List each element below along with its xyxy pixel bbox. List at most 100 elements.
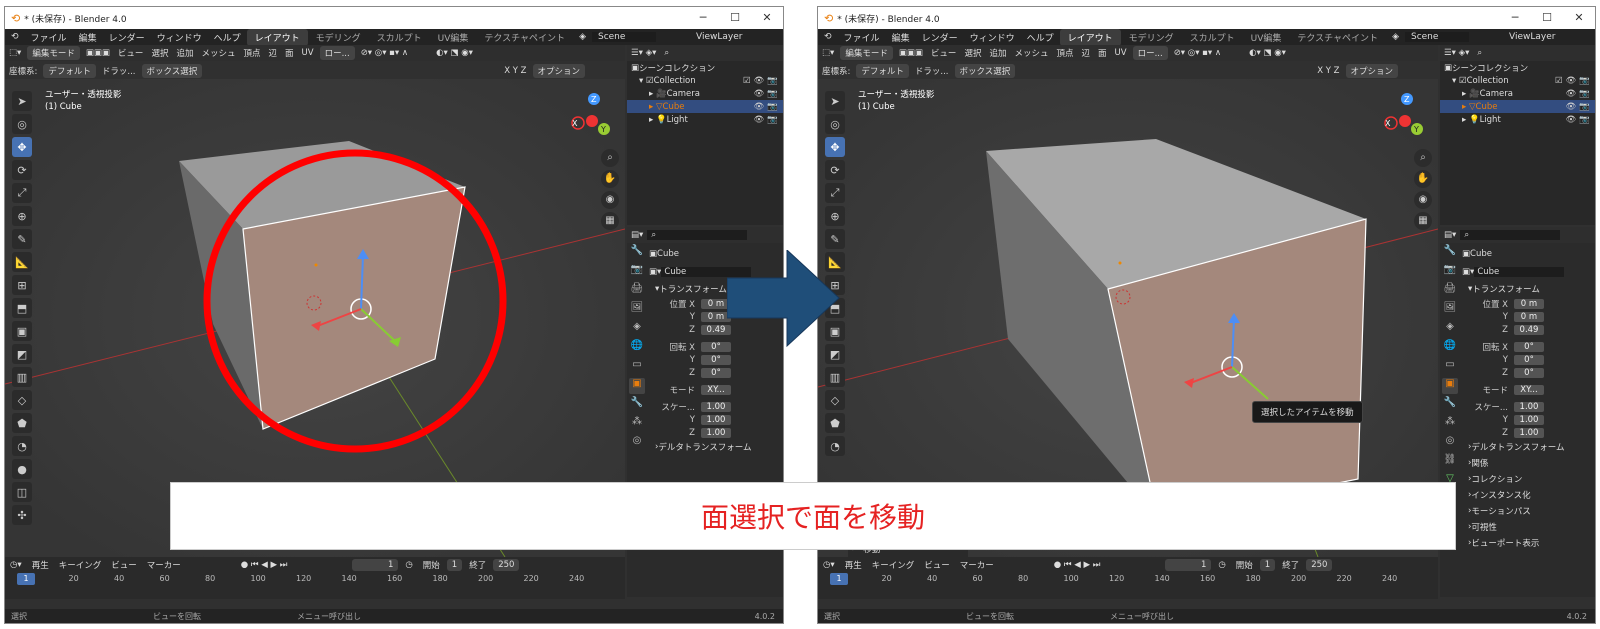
editor-type-icon[interactable]: ⬚▾ — [818, 48, 838, 58]
pan-hand-icon[interactable]: ✋ — [1414, 170, 1432, 188]
start-frame-field[interactable]: 1 — [446, 559, 463, 571]
view-layer-selector[interactable]: ViewLayer — [1503, 32, 1561, 42]
properties-search-input[interactable]: ⌕ — [647, 230, 748, 240]
constraints-tab-icon[interactable]: ⛓ — [1442, 454, 1458, 470]
rotate-tool-icon[interactable]: ⟳ — [12, 160, 32, 180]
select-mode-buttons[interactable]: ▣▣▣ — [895, 48, 927, 58]
options-menu[interactable]: オプション — [532, 64, 586, 78]
outliner-type-icon[interactable]: ☰▾ ◈▾ — [627, 48, 660, 58]
transform-tool-icon[interactable]: ⊕ — [12, 206, 32, 226]
menu-select[interactable]: 選択 — [960, 47, 985, 59]
scene-tab-icon[interactable]: ◈ — [629, 321, 645, 337]
maximize-button[interactable]: ☐ — [1531, 7, 1563, 29]
rotate-tool-icon[interactable]: ⟳ — [825, 160, 845, 180]
end-frame-field[interactable]: 250 — [1306, 559, 1333, 571]
scale-y-field[interactable]: 1.00 — [701, 414, 731, 425]
collection-row[interactable]: ▾ ☑ Collection ☑👁📷 — [1440, 74, 1595, 87]
scene-selector[interactable]: Scene — [591, 32, 656, 42]
menu-window[interactable]: ウィンドウ — [151, 31, 208, 44]
smooth-tool-icon[interactable]: ● — [12, 459, 32, 479]
tab-uv-editing[interactable]: UV編集 — [1243, 29, 1290, 46]
properties-type-icon[interactable]: ▤▾ — [627, 230, 647, 240]
expand-icon[interactable]: ▾ ☑ — [1452, 76, 1467, 86]
location-z-field[interactable]: 0.49 — [1514, 324, 1544, 335]
zoom-icon[interactable]: ⌕ — [1414, 149, 1432, 167]
tab-layout[interactable]: レイアウト — [246, 28, 308, 46]
keying-menu[interactable]: キーイング — [867, 559, 920, 571]
object-tab-icon[interactable]: ▣ — [629, 378, 645, 394]
menu-window[interactable]: ウィンドウ — [964, 31, 1021, 44]
tab-sculpt[interactable]: スカルプト — [369, 29, 430, 46]
output-tab-icon[interactable]: 🖨 — [629, 283, 645, 299]
relations-header[interactable]: › 関係 — [1462, 455, 1595, 471]
timeline-type-icon[interactable]: ◷▾ — [5, 560, 27, 570]
move-tool-icon[interactable]: ✥ — [825, 137, 845, 157]
scale-x-field[interactable]: 1.00 — [1514, 401, 1544, 412]
menu-edit[interactable]: 編集 — [886, 31, 916, 44]
start-frame-field[interactable]: 1 — [1259, 559, 1276, 571]
menu-select[interactable]: 選択 — [147, 47, 172, 59]
knife-tool-icon[interactable]: ◇ — [12, 390, 32, 410]
properties-search-input[interactable]: ⌕ — [1460, 230, 1561, 240]
rotation-mode-select[interactable]: XY... — [701, 384, 731, 395]
menu-edge[interactable]: 辺 — [265, 47, 282, 59]
shrink-tool-icon[interactable]: ✣ — [12, 505, 32, 525]
playback-controls[interactable]: ● ⏮ ◀ ▶ ⏭ — [236, 560, 293, 570]
annotate-tool-icon[interactable]: ✎ — [12, 229, 32, 249]
keying-menu[interactable]: キーイング — [54, 559, 107, 571]
menu-vertex[interactable]: 頂点 — [239, 47, 264, 59]
frame-ruler[interactable]: 20 40 60 80 100 120 140 160 180 200 220 240 — [5, 573, 625, 587]
poly-build-tool-icon[interactable]: ⬟ — [12, 413, 32, 433]
blender-menu-icon[interactable]: ⟲ — [818, 32, 838, 42]
spin-tool-icon[interactable]: ◔ — [825, 436, 845, 456]
grid-icon[interactable]: ▦ — [601, 212, 619, 230]
object-tab-icon[interactable]: ▣ — [1442, 378, 1458, 394]
mode-selector[interactable]: 編集モード — [27, 46, 80, 60]
camera-view-icon[interactable]: ◉ — [1414, 191, 1432, 209]
tab-modeling[interactable]: モデリング — [1121, 29, 1182, 46]
drag-selector[interactable]: ドラッ... — [98, 65, 140, 77]
transform-orientation[interactable]: ロー... — [1132, 46, 1168, 60]
world-tab-icon[interactable]: 🌐 — [1442, 340, 1458, 356]
annotate-tool-icon[interactable]: ✎ — [825, 229, 845, 249]
menu-view[interactable]: ビュー — [927, 47, 961, 59]
scene-tab-icon[interactable]: ◈ — [1442, 321, 1458, 337]
visibility-icons[interactable]: ☑👁📷 — [1555, 76, 1595, 86]
scale-tool-icon[interactable]: ⤢ — [825, 183, 845, 203]
menu-mesh[interactable]: メッシュ — [1010, 47, 1052, 59]
expand-icon[interactable]: ▾ ☑ — [639, 76, 654, 86]
marker-menu[interactable]: マーカー — [142, 559, 186, 571]
outliner-type-icon[interactable]: ☰▾ ◈▾ — [1440, 48, 1473, 58]
playback-controls[interactable]: ● ⏮ ◀ ▶ ⏭ — [1049, 560, 1106, 570]
edge-slide-tool-icon[interactable]: ◫ — [12, 482, 32, 502]
tab-layout[interactable]: レイアウト — [1059, 28, 1121, 46]
rotation-y-field[interactable]: 0° — [701, 354, 731, 365]
world-tab-icon[interactable]: 🌐 — [629, 340, 645, 356]
menu-help[interactable]: ヘルプ — [1021, 31, 1060, 44]
pan-hand-icon[interactable]: ✋ — [601, 170, 619, 188]
maximize-button[interactable]: ☐ — [719, 7, 751, 29]
view-layer-selector[interactable]: ViewLayer — [690, 32, 748, 42]
modifier-tab-icon[interactable]: 🔧 — [629, 397, 645, 413]
outliner-item-cube[interactable]: ▸ ▽ Cube 👁📷 — [1440, 100, 1595, 113]
menu-file[interactable]: ファイル — [838, 31, 886, 44]
rotation-z-field[interactable]: 0° — [701, 367, 731, 378]
timeline-view-menu[interactable]: ビュー — [919, 559, 955, 571]
scale-z-field[interactable]: 1.00 — [701, 427, 731, 438]
drag-selector[interactable]: ドラッ... — [911, 65, 953, 77]
menu-render[interactable]: レンダー — [103, 31, 151, 44]
outliner-search-icon[interactable]: ⌕ — [1473, 48, 1486, 58]
render-tab-icon[interactable]: 📷 — [629, 264, 645, 280]
scene-selector[interactable]: Scene — [1404, 32, 1469, 42]
menu-edit[interactable]: 編集 — [73, 31, 103, 44]
menu-view[interactable]: ビュー — [114, 47, 148, 59]
playhead[interactable]: 1 — [830, 573, 848, 585]
modifier-tab-icon[interactable]: 🔧 — [1442, 397, 1458, 413]
timeline-type-icon[interactable]: ◷▾ — [818, 560, 840, 570]
scene-collection-row[interactable]: ▣ シーンコレクション — [627, 61, 783, 74]
particles-tab-icon[interactable]: ⁂ — [1442, 416, 1458, 432]
visibility-icons[interactable]: ☑👁📷 — [743, 76, 783, 86]
collection-row[interactable]: ▾ ☑ Collection ☑👁📷 — [627, 74, 783, 87]
extrude-tool-icon[interactable]: ⬒ — [12, 298, 32, 318]
snap-icon[interactable]: ⊘▾ ◎▾ ▪▾ ∧ — [357, 48, 412, 58]
